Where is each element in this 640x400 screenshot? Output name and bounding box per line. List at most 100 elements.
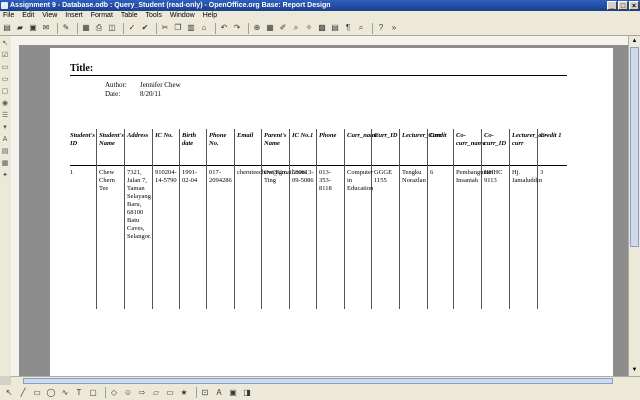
navigator-icon[interactable]: ✧ (304, 23, 314, 33)
text-icon[interactable]: T (74, 388, 84, 398)
column-separator (206, 129, 207, 309)
column-separator (179, 129, 180, 309)
redo-icon[interactable]: ↷ (232, 23, 242, 33)
option-button-icon[interactable]: ◉ (1, 100, 9, 108)
gallery-icon[interactable]: ▩ (317, 23, 327, 33)
new-icon[interactable]: ▤ (2, 23, 12, 33)
basic-shapes-icon[interactable]: ◇ (109, 388, 119, 398)
column-separator (152, 129, 153, 309)
toolbar-separator (372, 22, 373, 34)
menu-window[interactable]: Window (167, 11, 198, 21)
autospell-icon[interactable]: ✔ (140, 23, 150, 33)
toolbar-options-icon[interactable]: » (389, 23, 399, 33)
formatted-field-icon[interactable]: ▭ (1, 76, 9, 84)
col-header-address: Address (127, 132, 149, 139)
horizontal-scroll-thumb[interactable] (23, 378, 613, 384)
menu-view[interactable]: View (39, 11, 60, 21)
nonprinting-chars-icon[interactable]: ¶ (343, 23, 353, 33)
open-icon[interactable]: ▰ (15, 23, 25, 33)
checkbox-icon[interactable]: ☑ (1, 52, 9, 60)
format-paintbrush-icon[interactable]: ⌂ (199, 23, 209, 33)
menu-tools[interactable]: Tools (143, 11, 165, 21)
hyperlink-icon[interactable]: ⊕ (252, 23, 262, 33)
print-icon[interactable]: ⎙ (94, 23, 104, 33)
window-title: Assignment 9 - Database.odb : Query_Stud… (10, 2, 331, 9)
date-value: 8/20/11 (140, 90, 162, 98)
menu-format[interactable]: Format (88, 11, 116, 21)
col-header-student-id: Student's ID (70, 132, 95, 147)
cell-email: chernteechew@gmail.com (237, 169, 307, 176)
close-button[interactable]: × (629, 1, 639, 10)
combobox-icon[interactable]: ▾ (1, 124, 9, 132)
line-icon[interactable]: ╱ (18, 388, 28, 398)
cell-lecturer-co-curr: Hj. Jamaluddin (512, 169, 542, 184)
scroll-down-icon[interactable]: ▼ (630, 366, 639, 375)
callout-icon[interactable]: ▢ (88, 388, 98, 398)
column-separator (261, 129, 262, 309)
callouts-icon[interactable]: ▭ (165, 388, 175, 398)
cut-icon[interactable]: ✂ (160, 23, 170, 33)
undo-icon[interactable]: ↶ (219, 23, 229, 33)
points-icon[interactable]: ⊡ (200, 388, 210, 398)
select-icon[interactable]: ↖ (1, 40, 9, 48)
cell-ic-no-1: 580613-09-5086 (292, 169, 314, 184)
window-controls: _ □ × (607, 1, 639, 10)
table-icon[interactable]: ▦ (265, 23, 275, 33)
show-draw-icon[interactable]: ✐ (278, 23, 288, 33)
rectangle-icon[interactable]: ▭ (32, 388, 42, 398)
ellipse-icon[interactable]: ◯ (46, 388, 56, 398)
paste-icon[interactable]: ▥ (186, 23, 196, 33)
minimize-button[interactable]: _ (607, 1, 617, 10)
pdf-icon[interactable]: ▦ (81, 23, 91, 33)
flowchart-icon[interactable]: ▱ (151, 388, 161, 398)
vertical-scroll-thumb[interactable] (630, 47, 639, 247)
find-icon[interactable]: ⌕ (291, 23, 301, 33)
column-separator (234, 129, 235, 309)
menu-file[interactable]: File (0, 11, 17, 21)
textbox-icon[interactable]: ▭ (1, 64, 9, 72)
fontwork-icon[interactable]: A (214, 388, 224, 398)
preview-icon[interactable]: ◫ (107, 23, 117, 33)
cell-lecturer-curr: Tengku Norazlan (402, 169, 426, 184)
label-icon[interactable]: A (1, 136, 9, 144)
symbol-shapes-icon[interactable]: ☺ (123, 388, 133, 398)
menu-edit[interactable]: Edit (19, 11, 37, 21)
column-separator (96, 129, 97, 309)
form-design-icon[interactable]: ▦ (1, 160, 9, 168)
select-pointer-icon[interactable]: ↖ (4, 388, 14, 398)
cell-curr-name: Computer in Education (347, 169, 374, 192)
extrusion-icon[interactable]: ◨ (242, 388, 252, 398)
save-icon[interactable]: ▣ (28, 23, 38, 33)
menu-insert[interactable]: Insert (62, 11, 86, 21)
maximize-button[interactable]: □ (618, 1, 628, 10)
datasources-icon[interactable]: ▤ (330, 23, 340, 33)
freeform-icon[interactable]: ∿ (60, 388, 70, 398)
vertical-scrollbar[interactable]: ▲ ▼ (628, 36, 640, 376)
report-page[interactable]: Title: Author: Jennifer Chew Date: 8/20/… (50, 48, 613, 376)
listbox-icon[interactable]: ☰ (1, 112, 9, 120)
col-header-birth-date: Birth date (182, 132, 197, 147)
menu-table[interactable]: Table (118, 11, 141, 21)
col-header-phone-no: Phone No. (209, 132, 227, 147)
from-file-icon[interactable]: ▣ (228, 388, 238, 398)
pushbutton-icon[interactable]: ▢ (1, 88, 9, 96)
spellcheck-icon[interactable]: ✓ (127, 23, 137, 33)
more-controls-icon[interactable]: ▤ (1, 148, 9, 156)
toolbar-separator (248, 22, 249, 34)
menu-help[interactable]: Help (200, 11, 220, 21)
zoom-icon[interactable]: ⌕ (356, 23, 366, 33)
block-arrows-icon[interactable]: ⇨ (137, 388, 147, 398)
toolbar-separator (105, 387, 106, 398)
cell-co-curr-id: HHHC 9113 (484, 169, 503, 184)
help-icon[interactable]: ? (376, 23, 386, 33)
edit-file-icon[interactable]: ✎ (61, 23, 71, 33)
stars-icon[interactable]: ★ (179, 388, 189, 398)
col-header-co-curr-id: Co-curr_ID (484, 132, 507, 147)
column-separator (316, 129, 317, 309)
wizard-icon[interactable]: ✦ (1, 172, 9, 180)
cell-ic-no: 910204-14-5790 (155, 169, 177, 184)
copy-icon[interactable]: ❐ (173, 23, 183, 33)
column-separator (344, 129, 345, 309)
mail-icon[interactable]: ✉ (41, 23, 51, 33)
scroll-up-icon[interactable]: ▲ (630, 37, 639, 46)
